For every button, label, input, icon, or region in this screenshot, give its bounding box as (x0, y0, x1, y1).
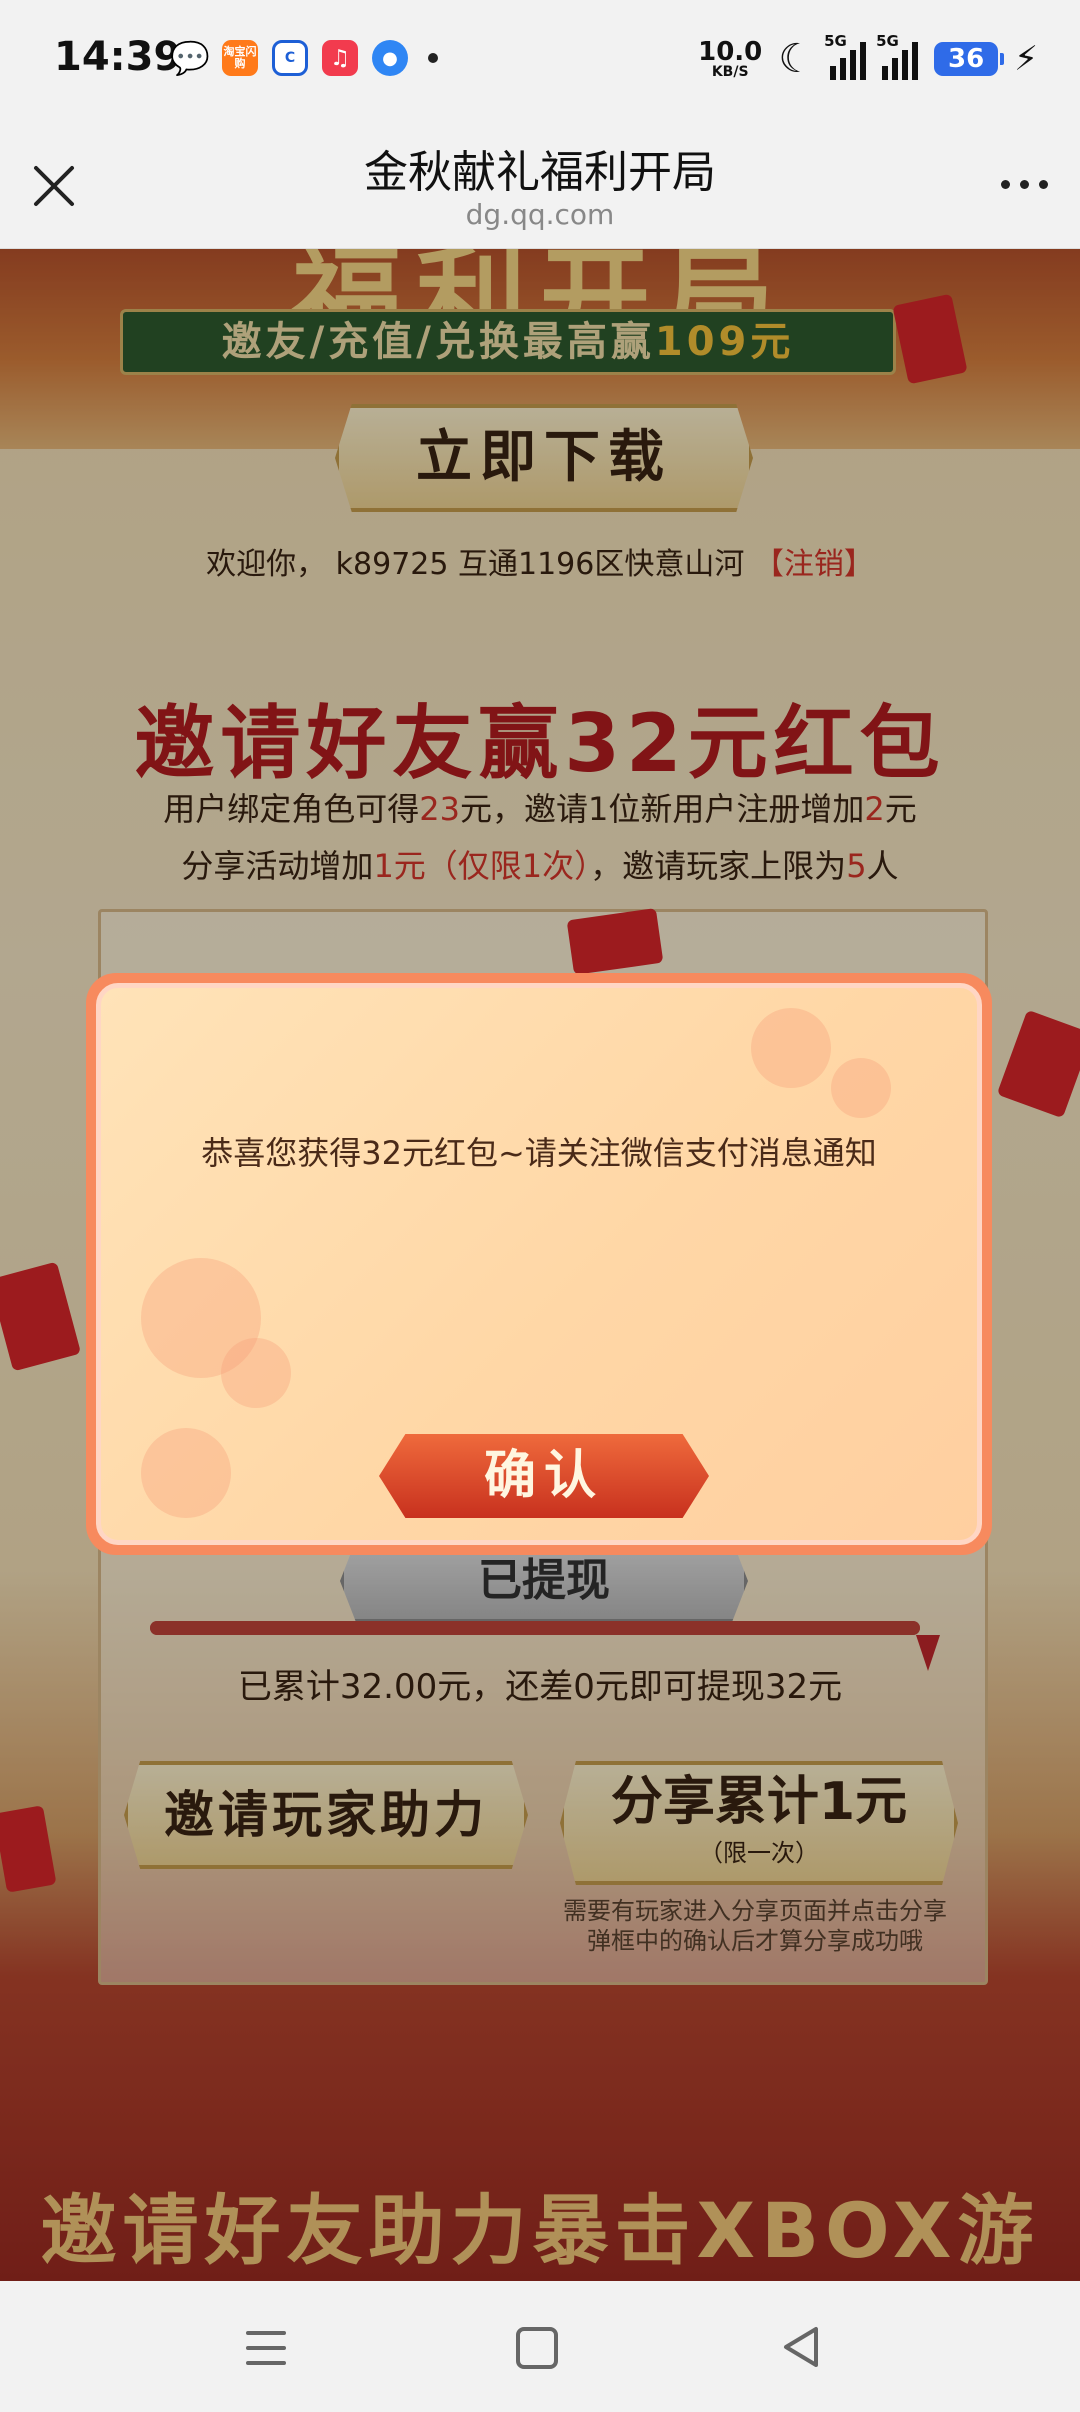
net-speed-unit: KB/S (711, 64, 749, 80)
taobao-flash-icon: 淘宝闪购 (222, 40, 258, 76)
menu-icon[interactable] (246, 2331, 286, 2365)
net-speed-value: 10.0 (698, 37, 763, 67)
home-icon[interactable] (516, 2327, 558, 2369)
plum-blossom-decoration (831, 1058, 891, 1118)
reward-dialog: 恭喜您获得32元红包~请关注微信支付消息通知 确认 (86, 973, 992, 1555)
more-options-icon[interactable] (1001, 180, 1048, 189)
reward-dialog-body: 恭喜您获得32元红包~请关注微信支付消息通知 确认 (96, 983, 982, 1545)
plum-blossom-decoration (221, 1338, 291, 1408)
net-speed: 10.0 KB/S (698, 39, 762, 79)
signal-2-tag: 5G (876, 32, 899, 50)
page-url: dg.qq.com (465, 198, 615, 231)
status-right: 10.0 KB/S ☾ 5G 5G 36 ⚡ (698, 32, 1038, 82)
browser-icon: ● (372, 40, 408, 76)
signal-1-tag: 5G (824, 32, 847, 50)
back-icon[interactable] (782, 2325, 822, 2369)
charging-bolt-icon: ⚡ (1014, 39, 1038, 79)
wechat-icon: 💬 (170, 39, 210, 77)
confirm-button[interactable]: 确认 (379, 1434, 709, 1518)
signal-1-icon: 5G (824, 32, 867, 80)
page-title: 金秋献礼福利开局 (364, 147, 716, 198)
browser-header: 金秋献礼福利开局 dg.qq.com (0, 122, 1080, 249)
do-not-disturb-moon-icon: ☾ (778, 36, 815, 82)
notification-icons: 💬 淘宝闪购 C ♫ ● (170, 39, 438, 77)
dialog-message: 恭喜您获得32元红包~请关注微信支付消息通知 (201, 1134, 877, 1172)
plum-blossom-decoration (751, 1008, 831, 1088)
plum-blossom-decoration (141, 1428, 231, 1518)
battery-icon: 36 (934, 42, 1005, 76)
status-time: 14:39 (54, 34, 182, 80)
signal-2-icon: 5G (876, 32, 919, 80)
more-notifications-dot (428, 53, 438, 63)
music-icon: ♫ (322, 40, 358, 76)
status-bar: 14:39 💬 淘宝闪购 C ♫ ● 10.0 KB/S ☾ 5G 5G 36 … (0, 0, 1080, 122)
cmb-icon: C (272, 40, 308, 76)
system-nav-bar (0, 2281, 1080, 2412)
